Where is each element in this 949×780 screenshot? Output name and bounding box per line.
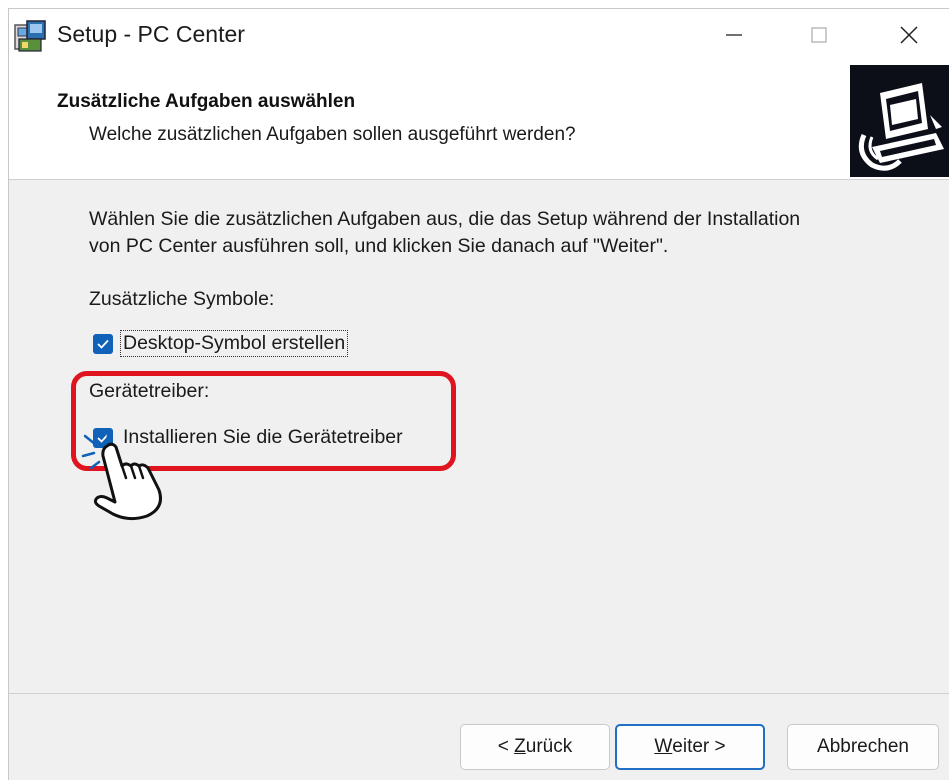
back-button-accesskey: Z: [514, 736, 526, 757]
cancel-button[interactable]: Abbrechen: [787, 724, 939, 770]
wizard-footer: < Zurück Weiter > Abbrechen: [9, 693, 949, 780]
next-button[interactable]: Weiter >: [615, 724, 765, 770]
wizard-content: Wählen Sie die zusätzlichen Aufgaben aus…: [9, 180, 949, 696]
setup-window: Setup - PC Center Zusätzliche Aufgaben a…: [8, 8, 949, 780]
back-button-prefix: <: [497, 736, 515, 757]
wizard-header: Zusätzliche Aufgaben auswählen Welche zu…: [9, 61, 949, 180]
checkmark-icon: [97, 339, 109, 349]
instructions-text: Wählen Sie die zusätzlichen Aufgaben aus…: [89, 206, 919, 260]
back-button-label: urück: [525, 736, 573, 757]
maximize-icon: [811, 27, 827, 43]
next-button-accesskey: W: [654, 736, 673, 757]
desktop-icon-checkbox[interactable]: [93, 333, 113, 354]
pointing-hand-icon: [81, 428, 162, 521]
title-bar: Setup - PC Center: [9, 9, 949, 61]
minimize-icon: [726, 34, 742, 36]
instructions-line-2: von PC Center ausführen soll, und klicke…: [89, 235, 669, 257]
maximize-button[interactable]: [784, 9, 854, 61]
wizard-computer-icon: [850, 65, 949, 177]
back-button[interactable]: < Zurück: [460, 724, 610, 770]
setup-app-icon: [14, 20, 46, 52]
additional-symbols-label: Zusätzliche Symbole:: [89, 288, 275, 310]
task-desktop-icon[interactable]: Desktop-Symbol erstellen: [93, 330, 349, 357]
close-button[interactable]: [874, 9, 944, 61]
page-subtitle: Welche zusätzlichen Aufgaben sollen ausg…: [89, 124, 576, 145]
close-icon: [900, 26, 918, 44]
next-button-label: eiter >: [672, 736, 726, 757]
minimize-button[interactable]: [699, 9, 769, 61]
desktop-icon-label[interactable]: Desktop-Symbol erstellen: [120, 330, 349, 357]
window-title: Setup - PC Center: [57, 21, 245, 47]
instructions-line-1: Wählen Sie die zusätzlichen Aufgaben aus…: [89, 208, 801, 230]
page-title: Zusätzliche Aufgaben auswählen: [57, 91, 356, 112]
